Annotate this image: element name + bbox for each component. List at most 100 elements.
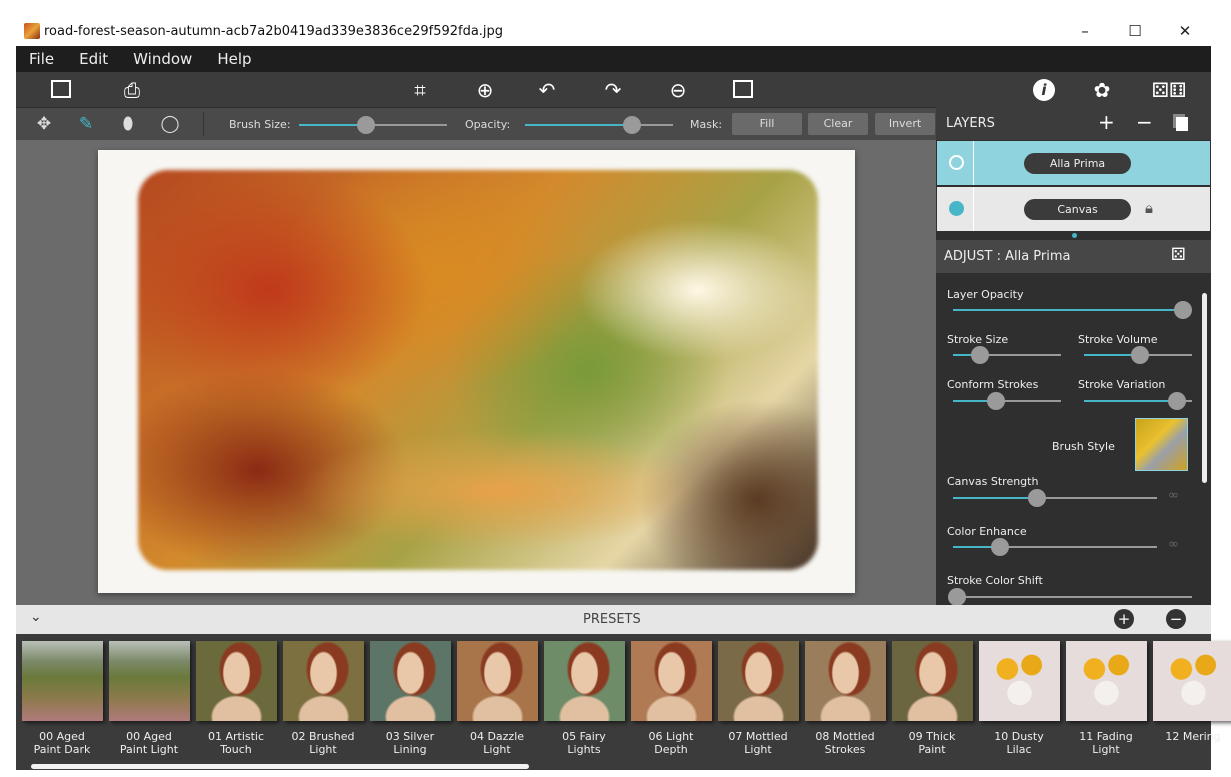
preset-label[interactable]: 06 Light Depth — [628, 730, 714, 756]
close-button[interactable]: ✕ — [1162, 16, 1208, 46]
mask-invert-button[interactable]: Invert — [875, 113, 935, 135]
preset-label-line: 09 Thick — [908, 730, 956, 743]
zoom-in-icon[interactable]: ⊕ — [471, 76, 499, 104]
preset-thumbnail[interactable] — [979, 641, 1060, 721]
adjust-scrollbar[interactable] — [1202, 293, 1207, 483]
preset-label-line: Light — [309, 743, 337, 756]
preset-thumbnail[interactable] — [1153, 641, 1231, 721]
layer-alla-prima[interactable]: Alla Prima — [937, 141, 1210, 185]
preset-label[interactable]: 00 Aged Paint Dark — [19, 730, 105, 756]
preset-label-line: Lining — [393, 743, 427, 756]
preset-label[interactable]: 03 Silver Lining — [367, 730, 453, 756]
zoom-out-icon[interactable]: ⊖ — [664, 76, 692, 104]
duplicate-layer-icon[interactable] — [1176, 117, 1188, 131]
preset-label[interactable]: 12 Mering — [1150, 730, 1231, 743]
preset-label-line: 07 Mottled — [728, 730, 788, 743]
open-image-icon[interactable] — [47, 76, 75, 104]
collapse-chevron-icon[interactable]: ⌄ — [30, 609, 42, 625]
preset-label-line: Touch — [220, 743, 252, 756]
preset-label-line: 03 Silver — [385, 730, 435, 743]
layer-visibility-toggle[interactable] — [949, 201, 964, 216]
preset-label[interactable]: 02 Brushed Light — [280, 730, 366, 756]
compare-image-icon[interactable] — [729, 76, 757, 104]
preset-thumbnail[interactable] — [892, 641, 973, 721]
preset-label-line: Lilac — [1006, 743, 1032, 756]
layer-visibility-toggle[interactable] — [949, 155, 964, 170]
add-preset-button[interactable]: + — [1114, 609, 1134, 629]
preset-label[interactable]: 09 Thick Paint — [889, 730, 975, 756]
preset-label[interactable]: 08 Mottled Strokes — [802, 730, 888, 756]
settings-icon[interactable]: ✿ — [1088, 76, 1116, 104]
stroke-volume-slider[interactable] — [1084, 346, 1192, 364]
redo-icon[interactable]: ↷ — [599, 76, 627, 104]
mask-clear-button[interactable]: Clear — [808, 113, 868, 135]
canvas-strength-slider[interactable] — [953, 489, 1157, 507]
brush-style-swatch[interactable] — [1135, 418, 1188, 471]
link-icon[interactable]: ∞ — [1168, 537, 1179, 552]
menu-edit[interactable]: Edit — [79, 50, 108, 68]
stroke-variation-slider[interactable] — [1084, 392, 1192, 410]
brush-size-label: Brush Size: — [229, 118, 291, 131]
eraser-tool-icon[interactable]: ⬮ — [115, 111, 141, 137]
color-enhance-slider[interactable] — [953, 538, 1157, 556]
preset-thumbnail[interactable] — [631, 641, 712, 721]
preset-label-line: Depth — [654, 743, 688, 756]
randomize-dice-icon[interactable]: ⚄ — [1171, 245, 1186, 265]
painted-image[interactable] — [98, 150, 855, 593]
preset-thumbnail[interactable] — [544, 641, 625, 721]
preset-label[interactable]: 01 Artistic Touch — [193, 730, 279, 756]
randomize-dice-icon[interactable]: ⚄⚅ — [1151, 76, 1187, 104]
remove-layer-button[interactable]: − — [1136, 110, 1153, 134]
preset-thumbnail[interactable] — [370, 641, 451, 721]
preset-thumbnail[interactable] — [805, 641, 886, 721]
preset-label-line: 00 Aged — [126, 730, 172, 743]
brush-tool-icon[interactable]: ✎ — [73, 111, 99, 137]
preset-label-line: Lights — [567, 743, 601, 756]
presets-header: ⌄ PRESETS + − — [16, 605, 1211, 634]
link-icon[interactable]: ∞ — [1168, 488, 1179, 503]
preset-label-line: 12 Mering — [1165, 730, 1221, 743]
preset-thumbnail[interactable] — [22, 641, 103, 721]
crop-icon[interactable]: ⌗ — [406, 76, 434, 104]
add-layer-button[interactable]: + — [1098, 110, 1115, 134]
preset-label[interactable]: 00 Aged Paint Light — [106, 730, 192, 756]
preset-thumbnail[interactable] — [196, 641, 277, 721]
stroke-size-slider[interactable] — [953, 346, 1061, 364]
move-tool-icon[interactable]: ✥ — [31, 111, 57, 137]
maximize-button[interactable]: ☐ — [1112, 16, 1158, 46]
lasso-tool-icon[interactable]: ◯ — [157, 111, 183, 137]
preset-label[interactable]: 10 Dusty Lilac — [976, 730, 1062, 756]
mask-fill-button[interactable]: Fill — [732, 113, 802, 135]
info-icon[interactable]: i — [1030, 76, 1058, 104]
preset-thumbnail[interactable] — [283, 641, 364, 721]
preset-thumbnail[interactable] — [457, 641, 538, 721]
remove-preset-button[interactable]: − — [1166, 609, 1186, 629]
conform-strokes-slider[interactable] — [953, 392, 1061, 410]
preset-thumbnail[interactable] — [718, 641, 799, 721]
app-icon — [24, 23, 40, 39]
menu-window[interactable]: Window — [133, 50, 192, 68]
menu-file[interactable]: File — [29, 50, 54, 68]
undo-icon[interactable]: ↶ — [533, 76, 561, 104]
preset-label-line: 05 Fairy — [562, 730, 606, 743]
color-enhance-label: Color Enhance — [947, 525, 1027, 538]
preset-label[interactable]: 07 Mottled Light — [715, 730, 801, 756]
painting-content — [138, 170, 818, 570]
opacity-slider[interactable] — [525, 116, 673, 134]
panel-resize-handle[interactable] — [1072, 233, 1077, 238]
preset-label[interactable]: 04 Dazzle Light — [454, 730, 540, 756]
minimize-button[interactable]: – — [1062, 16, 1108, 46]
layer-canvas[interactable]: Canvas 🔒︎ — [937, 187, 1210, 231]
layer-opacity-slider[interactable] — [953, 301, 1192, 319]
opacity-label: Opacity: — [465, 118, 511, 131]
brush-size-slider[interactable] — [299, 116, 447, 134]
menu-help[interactable]: Help — [217, 50, 251, 68]
save-icon[interactable]: ⎙ — [118, 76, 146, 104]
presets-scrollbar[interactable] — [31, 764, 529, 769]
preset-label[interactable]: 05 Fairy Lights — [541, 730, 627, 756]
preset-label[interactable]: 11 Fading Light — [1063, 730, 1149, 756]
stroke-color-shift-slider[interactable] — [948, 588, 1192, 606]
conform-strokes-label: Conform Strokes — [947, 378, 1039, 391]
preset-thumbnail[interactable] — [109, 641, 190, 721]
preset-thumbnail[interactable] — [1066, 641, 1147, 721]
